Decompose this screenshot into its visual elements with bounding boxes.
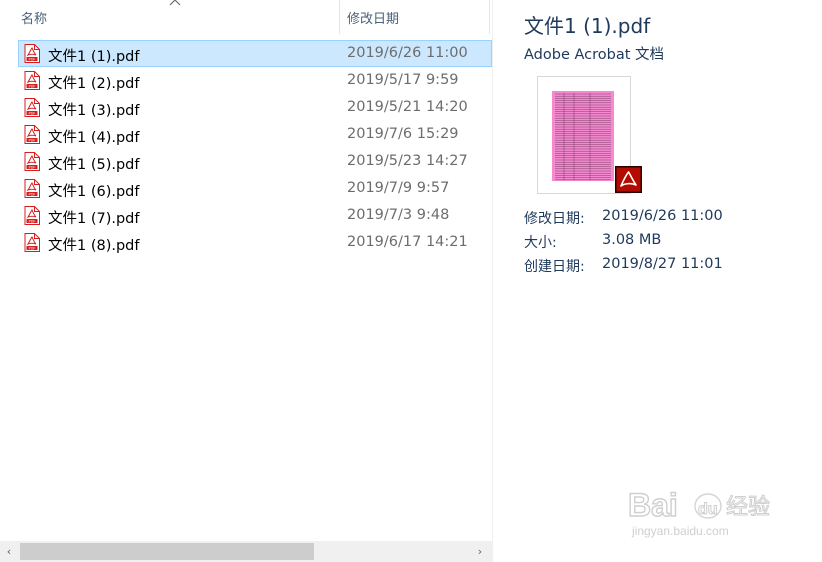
file-row[interactable]: PDF 文件1 (8).pdf 2019/6/17 14:21: [18, 229, 492, 256]
column-header-name[interactable]: 名称: [0, 0, 340, 34]
file-name: 文件1 (5).pdf: [48, 157, 140, 173]
horizontal-scrollbar[interactable]: ‹ ›: [0, 541, 492, 562]
file-date: 2019/6/26 11:00: [347, 45, 468, 61]
svg-text:du: du: [698, 501, 718, 518]
svg-text:PDF: PDF: [29, 165, 36, 169]
column-header-date-label: 修改日期: [347, 12, 400, 27]
scrollbar-thumb[interactable]: [20, 543, 314, 560]
file-row[interactable]: PDF 文件1 (4).pdf 2019/7/6 15:29: [18, 121, 492, 148]
file-row[interactable]: PDF 文件1 (6).pdf 2019/7/9 9:57: [18, 175, 492, 202]
meta-label: 修改日期:: [524, 211, 585, 227]
file-name: 文件1 (2).pdf: [48, 76, 140, 92]
file-row[interactable]: PDF 文件1 (1).pdf 2019/6/26 11:00: [18, 40, 492, 67]
meta-value: 2019/6/26 11:00: [602, 208, 723, 224]
pdf-file-icon: PDF: [24, 71, 40, 90]
svg-text:jingyan.baidu.com: jingyan.baidu.com: [631, 524, 729, 538]
file-row[interactable]: PDF 文件1 (5).pdf 2019/5/23 14:27: [18, 148, 492, 175]
meta-value: 3.08 MB: [602, 232, 662, 248]
scroll-left-icon[interactable]: ‹: [3, 545, 15, 558]
meta-row-created: 创建日期: 2019/8/27 11:01: [524, 254, 814, 278]
file-date: 2019/7/6 15:29: [347, 126, 459, 142]
file-date: 2019/5/17 9:59: [347, 72, 459, 88]
meta-row-size: 大小: 3.08 MB: [524, 230, 814, 254]
meta-label: 大小:: [524, 235, 557, 251]
file-name: 文件1 (6).pdf: [48, 184, 140, 200]
svg-text:PDF: PDF: [29, 111, 36, 115]
file-name: 文件1 (8).pdf: [48, 238, 140, 254]
file-date: 2019/5/23 14:27: [347, 153, 468, 169]
svg-text:经验: 经验: [726, 495, 770, 520]
pdf-file-icon: PDF: [24, 44, 40, 63]
scroll-right-icon[interactable]: ›: [474, 545, 486, 558]
file-list-pane: 名称 修改日期 PDF 文件1 (1).pdf 2019/6/26 11:00 PDF…: [0, 0, 492, 562]
file-row[interactable]: PDF 文件1 (2).pdf 2019/5/17 9:59: [18, 67, 492, 94]
file-row[interactable]: PDF 文件1 (3).pdf 2019/5/21 14:20: [18, 94, 492, 121]
file-row[interactable]: PDF 文件1 (7).pdf 2019/7/3 9:48: [18, 202, 492, 229]
file-name: 文件1 (7).pdf: [48, 211, 140, 227]
meta-label: 创建日期:: [524, 259, 585, 275]
column-header-name-label: 名称: [21, 12, 48, 27]
file-name: 文件1 (4).pdf: [48, 130, 140, 146]
file-name: 文件1 (1).pdf: [48, 49, 140, 65]
svg-text:PDF: PDF: [29, 219, 36, 223]
svg-text:PDF: PDF: [29, 84, 36, 88]
svg-text:PDF: PDF: [29, 192, 36, 196]
adobe-acrobat-icon: [615, 166, 642, 193]
file-date: 2019/7/9 9:57: [347, 180, 450, 196]
file-date: 2019/6/17 14:21: [347, 234, 468, 250]
column-header: 名称 修改日期: [0, 0, 492, 34]
pdf-file-icon: PDF: [24, 125, 40, 144]
pdf-page-thumbnail: [552, 85, 614, 183]
sort-ascending-icon: [169, 0, 181, 6]
preview-file-type: Adobe Acrobat 文档: [524, 47, 665, 63]
column-divider[interactable]: [489, 0, 490, 34]
file-name: 文件1 (3).pdf: [48, 103, 140, 119]
preview-metadata: 修改日期: 2019/6/26 11:00 大小: 3.08 MB 创建日期: …: [524, 206, 814, 278]
svg-text:Bai: Bai: [628, 487, 678, 523]
svg-text:PDF: PDF: [29, 57, 36, 61]
file-date: 2019/5/21 14:20: [347, 99, 468, 115]
column-header-date[interactable]: 修改日期: [340, 0, 490, 34]
pdf-file-icon: PDF: [24, 98, 40, 117]
file-rows: PDF 文件1 (1).pdf 2019/6/26 11:00 PDF 文件1 (2).…: [18, 40, 492, 256]
pdf-file-icon: PDF: [24, 179, 40, 198]
svg-text:PDF: PDF: [29, 246, 36, 250]
pdf-file-icon: PDF: [24, 206, 40, 225]
baidu-jingyan-watermark: Bai du 经验 jingyan.baidu.com: [628, 486, 771, 538]
pdf-file-icon: PDF: [24, 233, 40, 252]
pdf-file-icon: PDF: [24, 152, 40, 171]
preview-file-title: 文件1 (1).pdf: [524, 14, 651, 38]
svg-text:PDF: PDF: [29, 138, 36, 142]
meta-value: 2019/8/27 11:01: [602, 256, 723, 272]
file-date: 2019/7/3 9:48: [347, 207, 450, 223]
meta-row-modified: 修改日期: 2019/6/26 11:00: [524, 206, 814, 230]
